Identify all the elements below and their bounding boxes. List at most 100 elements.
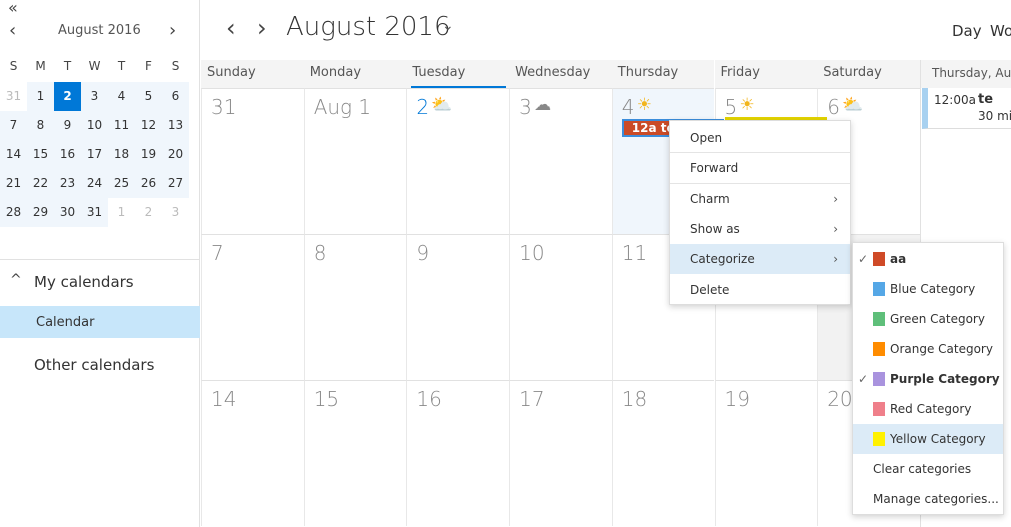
- mini-day[interactable]: 9: [54, 111, 81, 140]
- mini-day[interactable]: 3: [81, 82, 108, 111]
- mini-day[interactable]: 27: [162, 169, 189, 198]
- mini-day[interactable]: 30: [54, 198, 81, 227]
- mini-day[interactable]: 17: [81, 140, 108, 169]
- mini-day[interactable]: 25: [108, 169, 135, 198]
- category-color-swatch: [873, 312, 885, 326]
- manage-categories[interactable]: Manage categories...: [853, 484, 1003, 514]
- mini-day[interactable]: 31: [81, 198, 108, 227]
- chevron-up-icon[interactable]: ^: [10, 272, 22, 288]
- day-cell[interactable]: Aug 1: [303, 88, 407, 234]
- mini-next-icon[interactable]: ›: [169, 20, 176, 41]
- chevron-right-icon: ›: [833, 252, 838, 266]
- menu-item-categorize[interactable]: Categorize ›: [670, 244, 850, 274]
- category-color-swatch: [873, 402, 885, 416]
- calendar-item[interactable]: Calendar: [0, 306, 200, 338]
- cloudy-weather-icon: ☁: [534, 95, 552, 115]
- day-cell[interactable]: 15: [303, 380, 407, 526]
- category-item[interactable]: Yellow Category: [853, 424, 1003, 454]
- day-cell[interactable]: 19: [714, 380, 818, 526]
- weekday-header: Tuesday: [406, 60, 510, 88]
- mini-day[interactable]: 29: [27, 198, 54, 227]
- category-item[interactable]: Orange Category: [853, 334, 1003, 364]
- mini-day[interactable]: 15: [27, 140, 54, 169]
- mini-day[interactable]: 22: [27, 169, 54, 198]
- month-title[interactable]: August 2016: [286, 12, 451, 42]
- collapse-icon[interactable]: «: [8, 0, 18, 17]
- mini-day[interactable]: 19: [135, 140, 162, 169]
- mini-prev-icon[interactable]: ‹: [9, 20, 16, 41]
- category-item[interactable]: ✓ aa: [853, 244, 1003, 274]
- view-week[interactable]: Wo: [990, 22, 1011, 40]
- weekday-header: Friday: [714, 60, 818, 88]
- partly-sunny-weather-icon: ⛅: [842, 95, 864, 115]
- mini-day[interactable]: 13: [162, 111, 189, 140]
- menu-item-delete[interactable]: Delete: [670, 275, 850, 305]
- weekday-header: Saturday: [817, 60, 920, 88]
- day-cell[interactable]: 7: [201, 234, 304, 380]
- agenda-event[interactable]: 12:00a te 30 min: [922, 88, 1011, 129]
- mini-day[interactable]: 1: [108, 198, 135, 227]
- mini-day[interactable]: 26: [135, 169, 162, 198]
- day-cell[interactable]: 9: [406, 234, 510, 380]
- mini-day[interactable]: 5: [135, 82, 162, 111]
- mini-day[interactable]: 31: [0, 82, 27, 111]
- day-number: 3: [519, 95, 532, 119]
- day-number: 31: [211, 95, 237, 119]
- menu-item-open[interactable]: Open: [670, 123, 850, 153]
- mini-day[interactable]: 18: [108, 140, 135, 169]
- chevron-down-icon[interactable]: ⌄: [442, 18, 454, 34]
- category-label: aa: [890, 252, 907, 266]
- mini-day[interactable]: 1: [27, 82, 54, 111]
- category-item[interactable]: Red Category: [853, 394, 1003, 424]
- mini-day[interactable]: 3: [162, 198, 189, 227]
- day-cell[interactable]: 14: [201, 380, 304, 526]
- other-calendars-heading[interactable]: Other calendars: [34, 356, 154, 374]
- category-label: Yellow Category: [890, 432, 986, 446]
- prev-month-icon[interactable]: ‹: [226, 14, 236, 42]
- day-cell[interactable]: 10: [509, 234, 612, 380]
- day-cell[interactable]: 16: [406, 380, 510, 526]
- day-cell[interactable]: 31: [201, 88, 304, 234]
- clear-categories[interactable]: Clear categories: [853, 454, 1003, 484]
- day-cell[interactable]: 3 ☁: [509, 88, 612, 234]
- mini-day[interactable]: 20: [162, 140, 189, 169]
- mini-day[interactable]: 2: [54, 82, 81, 111]
- my-calendars-heading[interactable]: My calendars: [34, 273, 134, 291]
- mini-day[interactable]: 14: [0, 140, 27, 169]
- partly-sunny-weather-icon: ⛅: [431, 95, 453, 115]
- mini-day[interactable]: 16: [54, 140, 81, 169]
- agenda-event-duration: 30 min: [978, 109, 1011, 123]
- mini-day[interactable]: 28: [0, 198, 27, 227]
- mini-day[interactable]: 10: [81, 111, 108, 140]
- mini-day[interactable]: 23: [54, 169, 81, 198]
- weekday-header: Monday: [303, 60, 407, 88]
- mini-day[interactable]: 2: [135, 198, 162, 227]
- mini-weekday: S: [171, 59, 180, 73]
- left-pane: « ‹ August 2016 › S M T W T F S 31 1 2 3 4 5 6 7 8 9 10 11…: [0, 0, 200, 527]
- category-item[interactable]: ✓ Purple Category: [853, 364, 1003, 394]
- view-day[interactable]: Day: [952, 22, 982, 40]
- day-number: 8: [313, 241, 327, 265]
- mini-day[interactable]: 8: [27, 111, 54, 140]
- category-color-swatch: [873, 342, 885, 356]
- day-cell[interactable]: 8: [303, 234, 407, 380]
- category-item[interactable]: Green Category: [853, 304, 1003, 334]
- category-color-swatch: [873, 432, 885, 446]
- mini-day[interactable]: 4: [108, 82, 135, 111]
- mini-day[interactable]: 21: [0, 169, 27, 198]
- checkmark-icon: ✓: [858, 372, 869, 386]
- day-cell[interactable]: 17: [509, 380, 612, 526]
- menu-item-label: Charm: [690, 192, 730, 206]
- menu-item-show-as[interactable]: Show as ›: [670, 214, 850, 244]
- mini-day[interactable]: 11: [108, 111, 135, 140]
- mini-day[interactable]: 24: [81, 169, 108, 198]
- day-cell[interactable]: 2 ⛅: [406, 88, 510, 234]
- menu-item-charm[interactable]: Charm ›: [670, 184, 850, 214]
- mini-day[interactable]: 6: [162, 82, 189, 111]
- next-month-icon[interactable]: ›: [257, 14, 267, 42]
- mini-day[interactable]: 12: [135, 111, 162, 140]
- mini-day[interactable]: 7: [0, 111, 27, 140]
- menu-item-forward[interactable]: Forward: [670, 153, 850, 183]
- day-cell[interactable]: 18: [611, 380, 715, 526]
- category-item[interactable]: Blue Category: [853, 274, 1003, 304]
